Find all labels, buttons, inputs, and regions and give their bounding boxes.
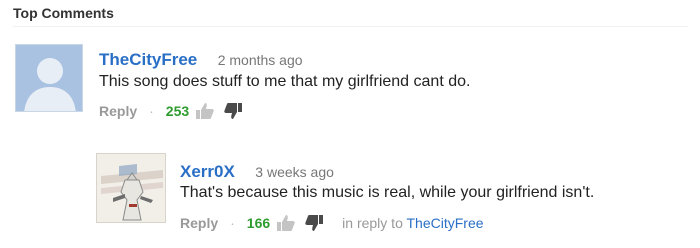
like-count: 166 xyxy=(246,215,271,231)
thumbs-down-icon[interactable] xyxy=(223,102,243,120)
section-title: Top Comments xyxy=(13,5,114,21)
comment-actions: Reply · 166 in reply to TheCityFree xyxy=(180,214,484,232)
comment-actions: Reply · 253 xyxy=(99,102,249,120)
assassins-creed-avatar-icon xyxy=(97,154,165,222)
separator-dot: · xyxy=(149,103,154,119)
separator-dot: · xyxy=(230,215,235,231)
default-user-avatar-icon xyxy=(16,45,82,111)
author-link[interactable]: Xerr0X xyxy=(180,162,235,181)
comment-time[interactable]: 3 weeks ago xyxy=(255,164,334,180)
thumbs-up-icon[interactable] xyxy=(276,214,296,232)
avatar[interactable] xyxy=(96,153,166,223)
comment-time[interactable]: 2 months ago xyxy=(218,52,303,68)
reply-button[interactable]: Reply xyxy=(180,215,218,231)
like-count: 253 xyxy=(165,103,190,119)
author-link[interactable]: TheCityFree xyxy=(99,50,197,69)
thumbs-up-icon[interactable] xyxy=(195,102,215,120)
avatar[interactable] xyxy=(15,44,83,112)
in-reply-to-link[interactable]: TheCityFree xyxy=(407,215,484,231)
comment-header: TheCityFree 2 months ago xyxy=(99,50,303,70)
comment-text: This song does stuff to me that my girlf… xyxy=(99,73,471,90)
in-reply-prefix: in reply to xyxy=(342,215,403,231)
comment-header: Xerr0X 3 weeks ago xyxy=(180,162,334,182)
comment-text: That's because this music is real, while… xyxy=(180,184,595,201)
section-divider xyxy=(13,26,688,27)
thumbs-down-icon[interactable] xyxy=(304,214,324,232)
reply-button[interactable]: Reply xyxy=(99,103,137,119)
in-reply-to-label: in reply to TheCityFree xyxy=(342,215,483,231)
